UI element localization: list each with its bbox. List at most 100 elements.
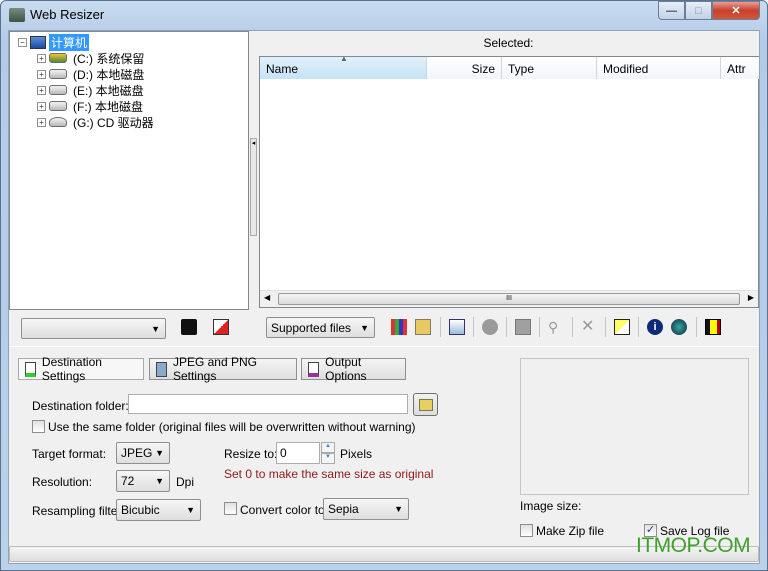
watermark: ITMOP.COM [636,534,751,557]
play-icon[interactable] [482,319,498,335]
tree-item[interactable]: + (C:) 系统保留 [37,50,144,66]
tree-item-label: (E:) 本地磁盘 [73,83,144,98]
cd-drive-icon [49,117,67,127]
scroll-thumb[interactable]: III [278,293,740,305]
window-title: Web Resizer [30,7,105,22]
pixels-label: Pixels [340,447,373,461]
resolution-select[interactable]: 72 ▼ [116,470,170,492]
same-folder-checkbox[interactable] [32,420,45,433]
tab-output-options[interactable]: Output Options [301,355,406,383]
tree-root[interactable]: − 计算机 [18,33,90,51]
resize-spinner[interactable]: ▲ ▼ [321,442,335,464]
minimize-button[interactable]: — [658,1,685,20]
copy-icon[interactable] [614,319,630,335]
resize-label: Resize to: [224,447,278,461]
sort-ascending-icon: ▲ [340,54,348,63]
maximize-button[interactable]: □ [685,1,712,20]
resize-input[interactable] [276,442,320,464]
column-label: Name [266,62,299,76]
destination-folder-input[interactable] [128,394,408,414]
save-icon[interactable] [181,319,197,335]
resampling-filter-select[interactable]: Bicubic ▼ [116,499,201,521]
thumbnails-view-icon[interactable] [391,319,407,335]
tab-jpeg-png-settings[interactable]: JPEG and PNG Settings [149,355,297,383]
drive-icon [49,69,67,79]
toolbar-separator [473,317,474,337]
browse-folder-button[interactable] [413,393,438,416]
file-filter-combo[interactable]: Supported files ▼ [266,317,375,338]
folder-tree[interactable]: − 计算机 + (C:) 系统保留 + (D:) 本地磁盘 + (E:) 本地磁盘 +… [9,31,249,310]
tree-item[interactable]: + (G:) CD 驱动器 [37,114,154,130]
tree-root-label: 计算机 [49,33,90,51]
column-attr[interactable]: Attr [721,57,759,79]
file-filter-value: Supported files [271,320,352,335]
column-name[interactable]: Name ▲ [260,54,427,79]
file-list[interactable]: Name ▲ Size Type Modified Attr ◀ III ▶ [259,54,759,308]
web-icon[interactable] [671,319,687,335]
exit-icon[interactable] [705,319,721,335]
expand-icon[interactable]: + [37,85,46,95]
toolbar-separator [605,317,606,337]
toolbar-separator [572,317,573,337]
toolbar-separator [638,317,639,337]
spin-up-icon[interactable]: ▲ [321,442,335,453]
delete-icon[interactable]: ✕ [581,319,597,335]
image-preview [520,358,749,495]
spin-down-icon[interactable]: ▼ [321,453,335,464]
chevron-down-icon: ▼ [155,476,164,486]
computer-icon [30,35,46,49]
convert-color-label: Convert color to: [240,503,329,517]
toolbar-separator [440,317,441,337]
tab-label: JPEG and PNG Settings [172,355,257,383]
tab-destination-settings[interactable]: Destination Settings [18,355,144,383]
save-as-icon[interactable] [213,319,229,335]
drive-icon [49,85,67,95]
divider [9,346,759,347]
expand-icon[interactable]: + [37,69,46,79]
column-modified[interactable]: Modified [597,57,721,79]
document-add-icon [308,361,320,377]
tree-item[interactable]: + (E:) 本地磁盘 [37,82,144,98]
close-button[interactable]: ✕ [712,1,760,20]
convert-color-value: Sepia [328,502,359,516]
collapse-icon[interactable]: − [18,37,27,47]
toolbar-separator [506,317,507,337]
stop-icon[interactable] [515,319,531,335]
system-drive-icon [49,53,67,63]
target-format-select[interactable]: JPEG ▼ [116,442,170,464]
scroll-right-icon[interactable]: ▶ [748,293,754,302]
info-icon[interactable]: i [647,319,663,335]
make-zip-checkbox[interactable] [520,524,533,537]
list-view-icon[interactable] [415,319,431,335]
chevron-down-icon: ▼ [394,504,403,514]
target-format-value: JPEG [121,446,153,460]
resolution-value: 72 [121,474,135,488]
tree-item-label: (F:) 本地磁盘 [73,99,143,114]
chevron-down-icon: ▼ [186,505,195,515]
document-check-icon [25,361,36,377]
tree-item[interactable]: + (D:) 本地磁盘 [37,66,144,82]
tree-item-label: (C:) 系统保留 [73,51,145,66]
image-icon [156,361,167,377]
horizontal-scrollbar[interactable]: ◀ III ▶ [260,290,758,307]
tab-label: Output Options [325,355,367,383]
column-type[interactable]: Type [502,57,597,79]
splitter-handle[interactable]: ◂ [250,138,257,236]
expand-icon[interactable]: + [37,117,46,127]
expand-icon[interactable]: + [37,53,46,63]
dpi-label: Dpi [176,475,195,489]
zoom-icon[interactable]: ⚲ [548,319,564,335]
tree-item-label: (D:) 本地磁盘 [73,67,145,82]
tab-label: Destination Settings [41,355,102,383]
convert-color-checkbox[interactable] [224,502,237,515]
convert-color-select[interactable]: Sepia ▼ [323,498,409,520]
tree-item-label: (G:) CD 驱动器 [73,115,154,130]
drive-icon [49,101,67,111]
expand-icon[interactable]: + [37,101,46,111]
path-combo[interactable]: ▼ [21,318,166,339]
add-files-icon[interactable] [449,319,465,335]
column-size[interactable]: Size [427,57,502,79]
scroll-left-icon[interactable]: ◀ [264,293,270,302]
chevron-down-icon: ▼ [155,448,164,458]
tree-item[interactable]: + (F:) 本地磁盘 [37,98,143,114]
